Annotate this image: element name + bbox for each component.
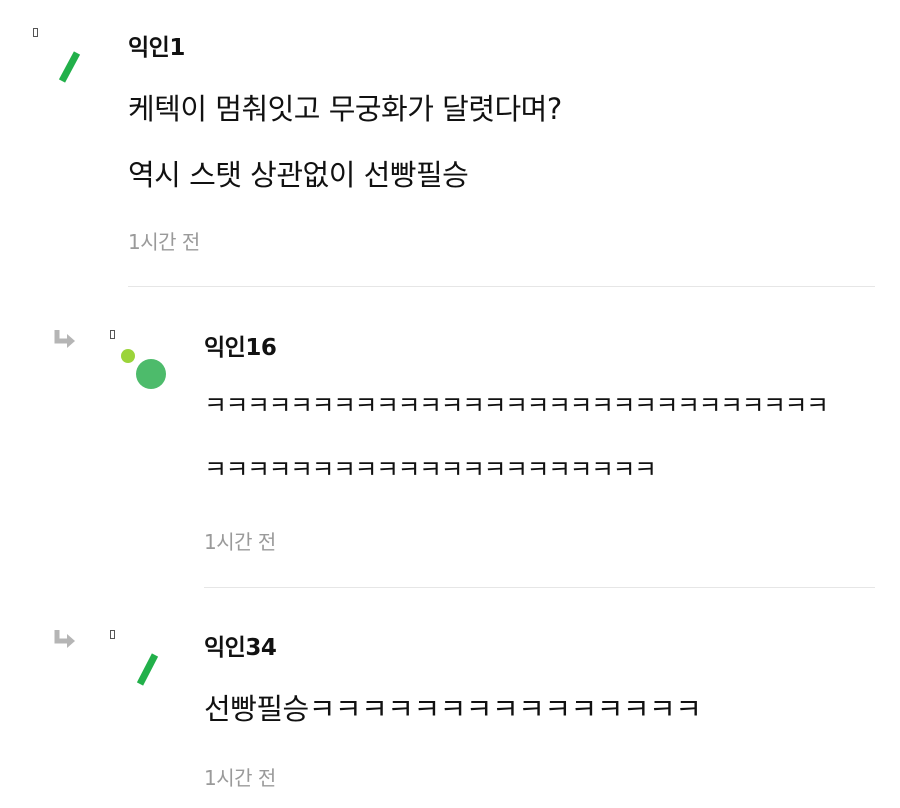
green-stroke-avatar-icon: [58, 51, 81, 83]
green-stroke-avatar-icon: [136, 653, 159, 686]
comment-marker-icon: [110, 630, 115, 639]
author-name[interactable]: 익인16: [204, 328, 277, 362]
comment-text-line: ㅋㅋㅋㅋㅋㅋㅋㅋㅋㅋㅋㅋㅋㅋㅋㅋㅋㅋㅋㅋㅋㅋㅋㅋㅋㅋㅋㅋㅋ: [204, 391, 829, 420]
reply-comment-34: 익인34 선빵필승ㅋㅋㅋㅋㅋㅋㅋㅋㅋㅋㅋㅋㅋㅋㅋ 1시간 전: [0, 590, 900, 808]
reply-arrow-icon: [54, 630, 75, 648]
reply-arrow-icon: [54, 330, 75, 348]
divider: [204, 587, 875, 588]
comment-marker-icon: [33, 28, 38, 37]
timestamp: 1시간 전: [204, 766, 276, 790]
timestamp: 1시간 전: [204, 530, 276, 554]
comment-1: 익인1 케텍이 멈춰잇고 무궁화가 달렷다며? 역시 스탯 상관없이 선빵필승 …: [0, 0, 900, 290]
green-dots-avatar-icon: [121, 349, 166, 389]
comment-text-line: 선빵필승ㅋㅋㅋㅋㅋㅋㅋㅋㅋㅋㅋㅋㅋㅋㅋ: [204, 692, 702, 726]
author-name[interactable]: 익인1: [128, 28, 185, 62]
reply-comment-16: 익인16 ㅋㅋㅋㅋㅋㅋㅋㅋㅋㅋㅋㅋㅋㅋㅋㅋㅋㅋㅋㅋㅋㅋㅋㅋㅋㅋㅋㅋㅋ ㅋㅋㅋㅋㅋ…: [0, 290, 900, 590]
divider: [128, 286, 875, 287]
comment-marker-icon: [110, 330, 115, 339]
comment-text-line: ㅋㅋㅋㅋㅋㅋㅋㅋㅋㅋㅋㅋㅋㅋㅋㅋㅋㅋㅋㅋㅋ: [204, 455, 657, 484]
comment-text-line: 역시 스탯 상관없이 선빵필승: [128, 158, 469, 192]
author-name[interactable]: 익인34: [204, 628, 277, 662]
timestamp: 1시간 전: [128, 230, 200, 254]
comment-text-line: 케텍이 멈춰잇고 무궁화가 달렷다며?: [128, 92, 562, 126]
